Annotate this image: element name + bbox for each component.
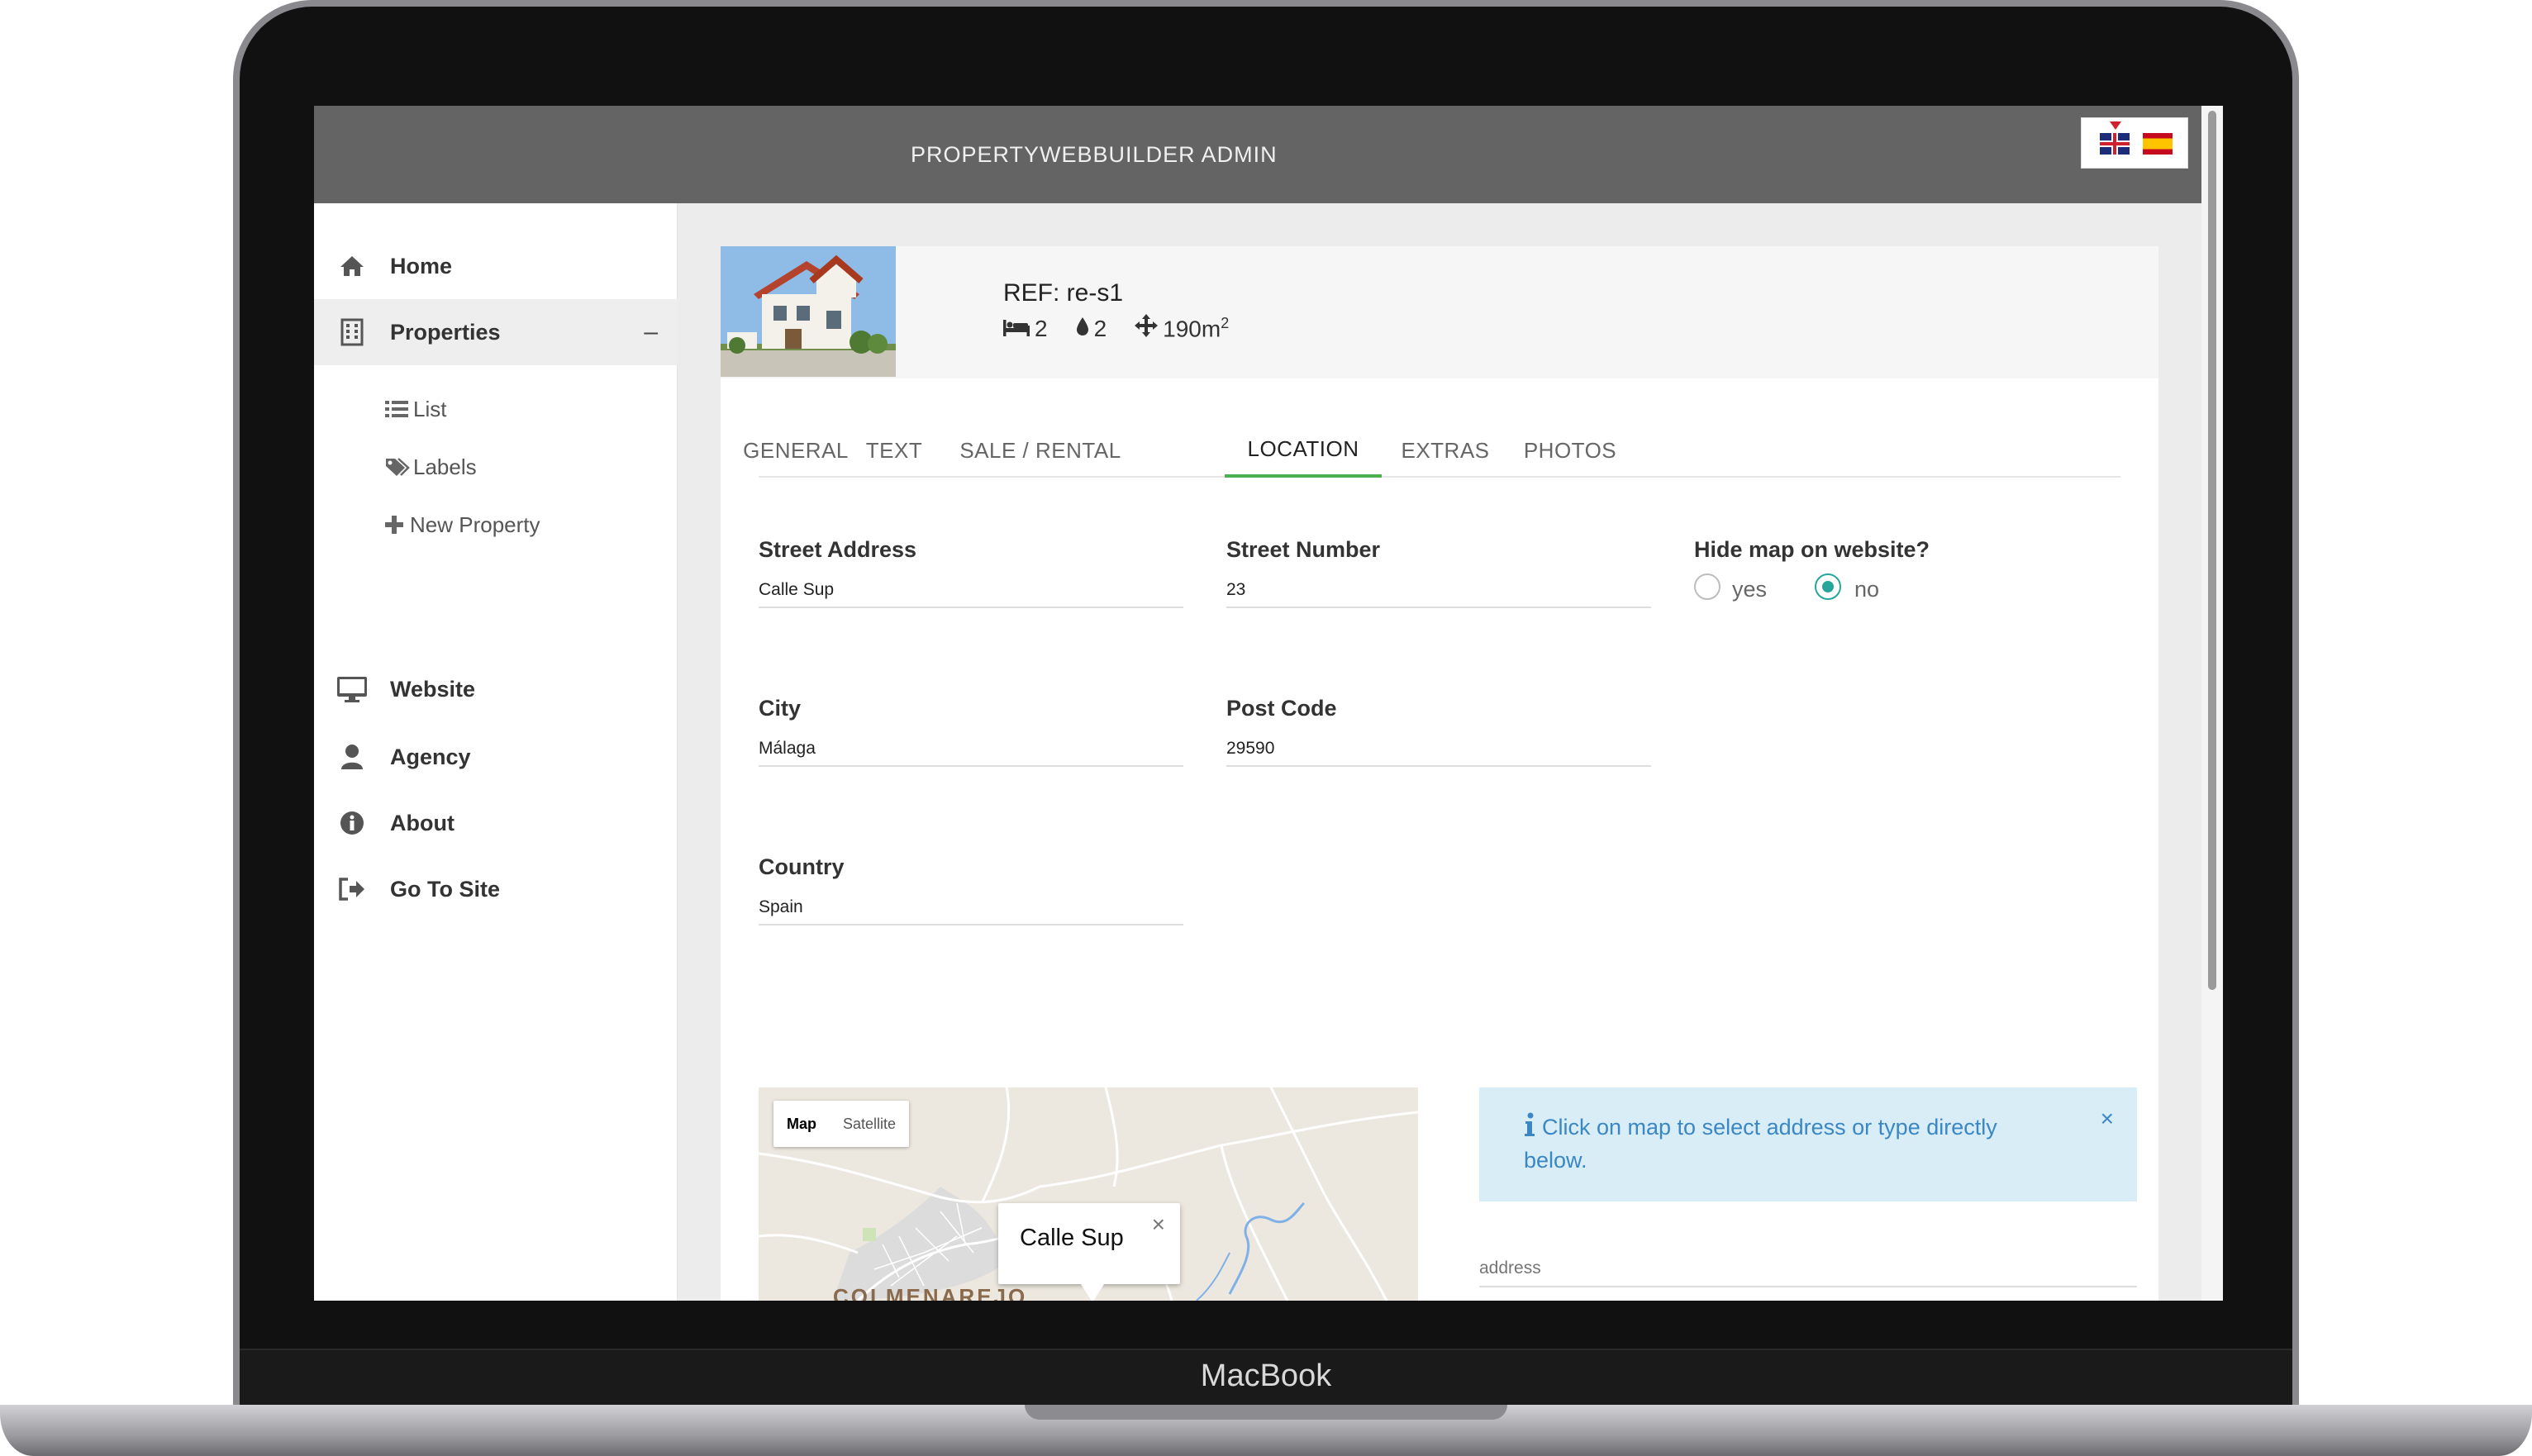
map-town-label: COLMENAREJO <box>833 1284 1028 1301</box>
tab-sale-rental[interactable]: SALE / RENTAL <box>954 423 1127 478</box>
map-type-control: Map Satellite <box>773 1101 910 1147</box>
sidebar-subitem-label: New Property <box>410 512 540 537</box>
device-brand-label: MacBook <box>1200 1358 1332 1393</box>
hide-map-no-radio[interactable] <box>1815 573 1841 600</box>
uk-flag-icon[interactable] <box>2100 133 2130 155</box>
hide-map-yes-label: yes <box>1732 577 1768 602</box>
sidebar-item-label: About <box>390 810 455 835</box>
street-number-label: Street Number <box>1226 537 1381 562</box>
tab-general[interactable]: GENERAL <box>743 423 848 478</box>
sidebar-subitem-list[interactable]: List <box>385 388 446 430</box>
tags-icon <box>385 457 413 477</box>
property-summary: REF: re-s1 2 2 190m2 <box>721 246 2158 378</box>
list-icon <box>385 400 413 418</box>
sign-out-icon <box>314 878 390 901</box>
tab-photos[interactable]: PHOTOS <box>1514 423 1626 478</box>
sidebar-item-label: Website <box>390 676 476 702</box>
bed-icon <box>1003 316 1030 342</box>
street-address-label: Street Address <box>759 537 917 562</box>
hide-map-no-label: no <box>1854 577 1880 602</box>
sidebar-item-label: Home <box>390 253 453 278</box>
screen: PROPERTYWEBBUILDER ADMIN Home Properties… <box>314 106 2223 1301</box>
property-ref: REF: re-s1 <box>1003 279 1124 307</box>
admin-header: PROPERTYWEBBUILDER ADMIN <box>314 106 2201 203</box>
map-type-satellite-button[interactable]: Satellite <box>830 1101 909 1147</box>
tab-extras[interactable]: EXTRAS <box>1398 423 1492 478</box>
app-title: PROPERTYWEBBUILDER ADMIN <box>911 142 1278 167</box>
property-tabs: GENERAL TEXT SALE / RENTAL LOCATION EXTR… <box>743 423 2120 478</box>
tab-location[interactable]: LOCATION <box>1225 423 1382 478</box>
sidebar: Home Properties – List Labels New Proper… <box>314 203 678 1301</box>
country-label: Country <box>759 854 845 879</box>
hide-map-label: Hide map on website? <box>1694 537 1930 562</box>
map-popup-close-button[interactable]: × <box>1152 1211 1165 1238</box>
sidebar-subitem-label: Labels <box>413 454 477 479</box>
city-label: City <box>759 696 802 721</box>
property-stats: 2 2 190m2 <box>1003 314 1249 343</box>
post-code-input[interactable]: 29590 <box>1226 734 1651 767</box>
street-number-input[interactable]: 23 <box>1226 575 1651 608</box>
sidebar-subitem-label: List <box>413 396 447 421</box>
map-info-popup: Calle Sup × <box>998 1203 1180 1301</box>
country-input[interactable]: Spain <box>759 892 1183 925</box>
area-value: 190m2 <box>1163 314 1230 342</box>
spain-flag-icon[interactable] <box>2143 133 2173 155</box>
bedrooms-count: 2 <box>1035 315 1048 341</box>
bathrooms-count: 2 <box>1093 315 1107 341</box>
bathrooms-stat: 2 <box>1076 316 1107 342</box>
sidebar-item-website[interactable]: Website <box>314 656 678 722</box>
language-switcher <box>2081 117 2188 169</box>
map-type-map-button[interactable]: Map <box>773 1101 830 1147</box>
sidebar-item-home[interactable]: Home <box>314 233 678 299</box>
location-map[interactable]: Map Satellite COLMENAREJO Calle Sup × <box>759 1087 1418 1301</box>
area-stat: 190m2 <box>1135 314 1229 343</box>
water-drop-icon <box>1076 316 1089 342</box>
post-code-label: Post Code <box>1226 696 1337 721</box>
property-thumbnail[interactable] <box>721 246 896 377</box>
tab-text[interactable]: TEXT <box>863 423 926 478</box>
monitor-icon <box>314 676 390 702</box>
sidebar-subitem-labels[interactable]: Labels <box>385 446 477 488</box>
sidebar-item-label: Go To Site <box>390 876 500 902</box>
building-icon <box>314 318 390 346</box>
sidebar-item-about[interactable]: About <box>314 790 678 856</box>
sidebar-item-properties[interactable]: Properties – <box>314 299 678 365</box>
home-icon <box>314 255 390 278</box>
arrows-icon <box>1135 314 1159 343</box>
city-input[interactable]: Málaga <box>759 734 1183 767</box>
street-address-input[interactable]: Calle Sup <box>759 575 1183 608</box>
hide-map-yes-radio[interactable] <box>1694 573 1721 600</box>
bedrooms-stat: 2 <box>1003 316 1048 342</box>
alert-message: Click on map to select address or type d… <box>1524 1115 1997 1173</box>
alert-close-button[interactable]: × <box>2101 1106 2114 1132</box>
map-hint-alert: Click on map to select address or type d… <box>1479 1087 2137 1201</box>
user-icon <box>314 744 390 770</box>
collapse-toggle[interactable]: – <box>644 318 658 346</box>
map-popup-title: Calle Sup <box>1020 1225 1124 1251</box>
sidebar-item-go-to-site[interactable]: Go To Site <box>314 856 678 922</box>
info-icon <box>314 811 390 835</box>
scrollbar-thumb[interactable] <box>2208 111 2216 990</box>
sidebar-item-label: Properties <box>390 319 501 345</box>
active-language-marker-icon <box>2110 121 2121 130</box>
sidebar-subitem-new-property[interactable]: New Property <box>385 504 540 545</box>
address-input[interactable] <box>1479 1251 2137 1287</box>
plus-icon <box>385 516 410 534</box>
property-edit-panel: REF: re-s1 2 2 190m2 GENERAL TEXT SALE /… <box>721 246 2158 1301</box>
sidebar-item-label: Agency <box>390 744 471 769</box>
laptop-base-notch <box>1025 1405 1507 1420</box>
sidebar-item-agency[interactable]: Agency <box>314 724 678 790</box>
